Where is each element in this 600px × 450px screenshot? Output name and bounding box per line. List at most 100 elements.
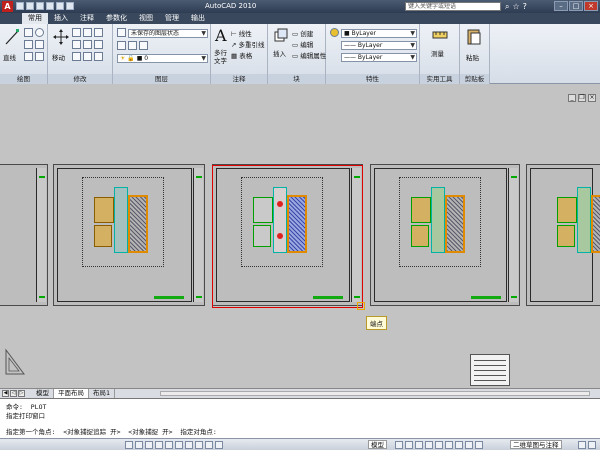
new-icon[interactable]	[16, 2, 24, 10]
close-button[interactable]: ×	[584, 1, 598, 11]
quick-properties-icon[interactable]	[215, 441, 223, 449]
object-snap-icon[interactable]	[165, 441, 173, 449]
steering-wheel-icon[interactable]	[435, 441, 443, 449]
layer-match-icon[interactable]	[117, 41, 126, 50]
next-layout-icon[interactable]: ▷	[18, 390, 25, 397]
create-block-button[interactable]: ▭ 创建	[292, 28, 313, 38]
first-layout-icon[interactable]: ◀	[2, 390, 9, 397]
layer-freeze-icon[interactable]	[139, 41, 148, 50]
open-icon[interactable]	[26, 2, 34, 10]
command-prompt[interactable]: 指定第一个角点: <对象捕捉追踪 开> <对象捕捉 开> 指定对角点:	[6, 426, 217, 436]
model-paper-toggle[interactable]: 模型	[368, 440, 387, 449]
tab-floor-layout[interactable]: 平面布局	[54, 389, 89, 398]
arc-icon[interactable]	[24, 40, 33, 49]
ellipse-icon[interactable]	[35, 52, 44, 61]
lock-icon[interactable]	[578, 441, 586, 449]
tab-manage[interactable]: 管理	[159, 13, 185, 24]
workspace-switch[interactable]: 二维草图与注释	[510, 440, 562, 449]
multileader-button[interactable]: ↗ 多重引线	[231, 39, 265, 49]
match-properties-icon[interactable]	[330, 28, 339, 37]
object-snap-tracking-icon[interactable]	[175, 441, 183, 449]
ducs-icon[interactable]	[185, 441, 193, 449]
quick-view-drawings-icon[interactable]	[405, 441, 413, 449]
drawing-canvas[interactable]: _ ❐ × 端点	[0, 84, 600, 388]
table-button[interactable]: ▦ 表格	[231, 50, 252, 60]
rectangle-icon[interactable]	[35, 40, 44, 49]
help-icon[interactable]: ?	[523, 2, 527, 11]
linetype-dropdown[interactable]: —— ByLayer ▼	[341, 41, 417, 50]
move-icon[interactable]	[53, 28, 69, 46]
showmotion-icon[interactable]	[445, 441, 453, 449]
viewport-close-icon[interactable]: ×	[588, 94, 596, 102]
layer-state-dropdown[interactable]: 未保存的图层状态 ▼	[128, 29, 208, 38]
insert-block-icon[interactable]	[274, 28, 288, 44]
command-line[interactable]: 命令: PLOT 指定打印窗口 指定第一个角点: <对象捕捉追踪 开> <对象捕捉…	[0, 398, 600, 438]
color-dropdown[interactable]: ■ ByLayer ▼	[341, 29, 417, 38]
utilities-panel-title[interactable]: 实用工具	[420, 74, 459, 84]
hatch-icon[interactable]	[24, 52, 33, 61]
save-icon[interactable]	[36, 2, 44, 10]
layer-properties-icon[interactable]	[117, 28, 126, 37]
tab-home[interactable]: 常用	[22, 13, 48, 24]
tab-annotate[interactable]: 注释	[74, 13, 100, 24]
auto-scale-icon[interactable]	[475, 441, 483, 449]
tab-insert[interactable]: 插入	[48, 13, 74, 24]
lineweight-icon[interactable]	[205, 441, 213, 449]
current-layer-dropdown[interactable]: ☀ 🔓 ■ 0 ▼	[117, 54, 208, 63]
minimize-button[interactable]: –	[554, 1, 568, 11]
polar-icon[interactable]	[155, 441, 163, 449]
layers-panel-title[interactable]: 图层	[113, 74, 210, 84]
ortho-icon[interactable]	[145, 441, 153, 449]
undo-icon[interactable]	[46, 2, 54, 10]
grid-icon[interactable]	[135, 441, 143, 449]
redo-icon[interactable]	[56, 2, 64, 10]
properties-panel-title[interactable]: 特性	[326, 74, 419, 84]
layout-sheet[interactable]	[526, 164, 600, 306]
rotate-icon[interactable]	[72, 28, 81, 37]
search-icon[interactable]: ⌕	[505, 2, 509, 11]
text-icon[interactable]: A	[215, 26, 227, 45]
prev-layout-icon[interactable]: ◁	[10, 390, 17, 397]
quick-view-layouts-icon[interactable]	[395, 441, 403, 449]
viewport-restore-icon[interactable]: ❐	[578, 94, 586, 102]
layer-isolate-icon[interactable]	[128, 41, 137, 50]
layout-sheet[interactable]	[370, 164, 520, 306]
draw-panel-title[interactable]: 绘图	[0, 74, 47, 84]
circle-icon[interactable]	[35, 28, 44, 37]
modify-panel-title[interactable]: 修改	[48, 74, 112, 84]
help-search-input[interactable]: 键入关键字或短语	[405, 2, 501, 11]
horizontal-scrollbar[interactable]	[160, 391, 590, 396]
autocad-logo-icon[interactable]: A	[2, 1, 13, 12]
annotation-panel-title[interactable]: 注释	[211, 74, 267, 84]
measure-icon[interactable]	[432, 28, 448, 42]
snap-mode-icon[interactable]	[125, 441, 133, 449]
trim-icon[interactable]	[83, 28, 92, 37]
viewport-minimize-icon[interactable]: _	[568, 94, 576, 102]
tab-view[interactable]: 视图	[133, 13, 159, 24]
tab-parametric[interactable]: 参数化	[100, 13, 133, 24]
lineweight-dropdown[interactable]: —— ByLayer ▼	[341, 53, 417, 62]
linear-dimension-button[interactable]: ⊢ 线性	[231, 28, 252, 38]
zoom-icon[interactable]	[425, 441, 433, 449]
block-panel-title[interactable]: 块	[268, 74, 325, 84]
copy-icon[interactable]	[72, 40, 81, 49]
edit-block-button[interactable]: ▭ 编辑	[292, 39, 313, 49]
tab-output[interactable]: 输出	[185, 13, 211, 24]
paste-icon[interactable]	[466, 28, 482, 46]
tab-model[interactable]: 模型	[32, 389, 54, 398]
annotation-scale-icon[interactable]	[455, 441, 463, 449]
polyline-icon[interactable]	[24, 28, 33, 37]
edit-attributes-button[interactable]: ▭ 编辑属性	[292, 50, 326, 60]
erase-icon[interactable]	[94, 28, 103, 37]
maximize-button[interactable]: □	[569, 1, 583, 11]
annotation-visibility-icon[interactable]	[465, 441, 473, 449]
clipboard-panel-title[interactable]: 剪贴板	[460, 74, 489, 84]
scale-icon[interactable]	[83, 52, 92, 61]
layout-sheet[interactable]	[0, 164, 48, 306]
pan-icon[interactable]	[415, 441, 423, 449]
star-icon[interactable]: ☆	[512, 2, 519, 11]
array-icon[interactable]	[94, 52, 103, 61]
dynamic-input-icon[interactable]	[195, 441, 203, 449]
clean-screen-icon[interactable]	[588, 441, 596, 449]
mirror-icon[interactable]	[83, 40, 92, 49]
